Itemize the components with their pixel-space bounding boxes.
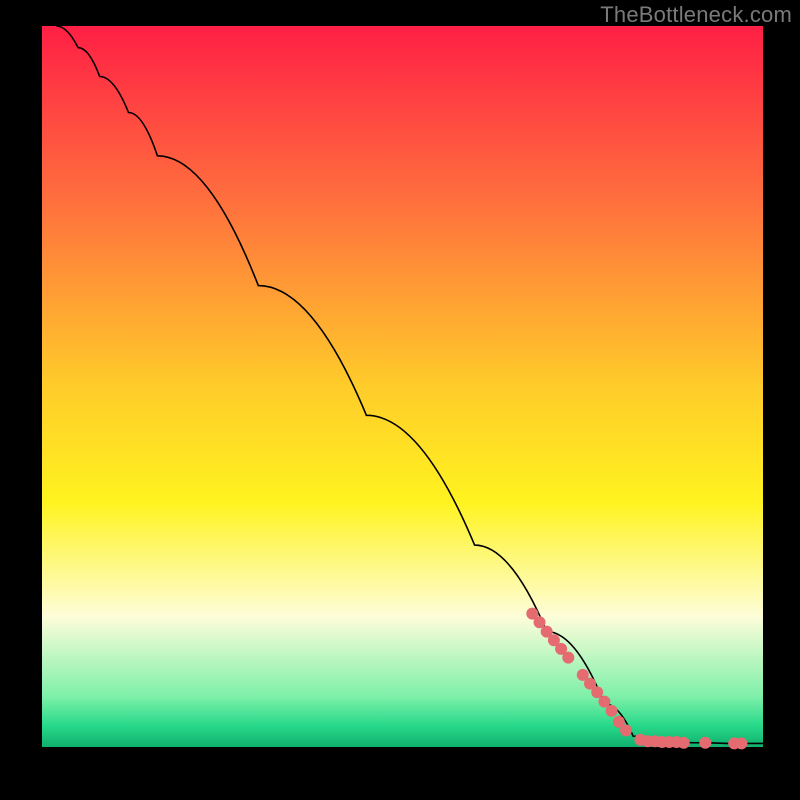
marker-point xyxy=(591,686,603,698)
plot-svg xyxy=(0,0,800,800)
marker-point xyxy=(678,737,690,749)
marker-point xyxy=(562,652,574,664)
chart-stage: TheBottleneck.com xyxy=(0,0,800,800)
plot-background xyxy=(42,26,763,747)
marker-point xyxy=(606,705,618,717)
marker-point xyxy=(620,724,632,736)
watermark-text: TheBottleneck.com xyxy=(600,2,792,28)
marker-point xyxy=(735,737,747,749)
marker-point xyxy=(699,737,711,749)
